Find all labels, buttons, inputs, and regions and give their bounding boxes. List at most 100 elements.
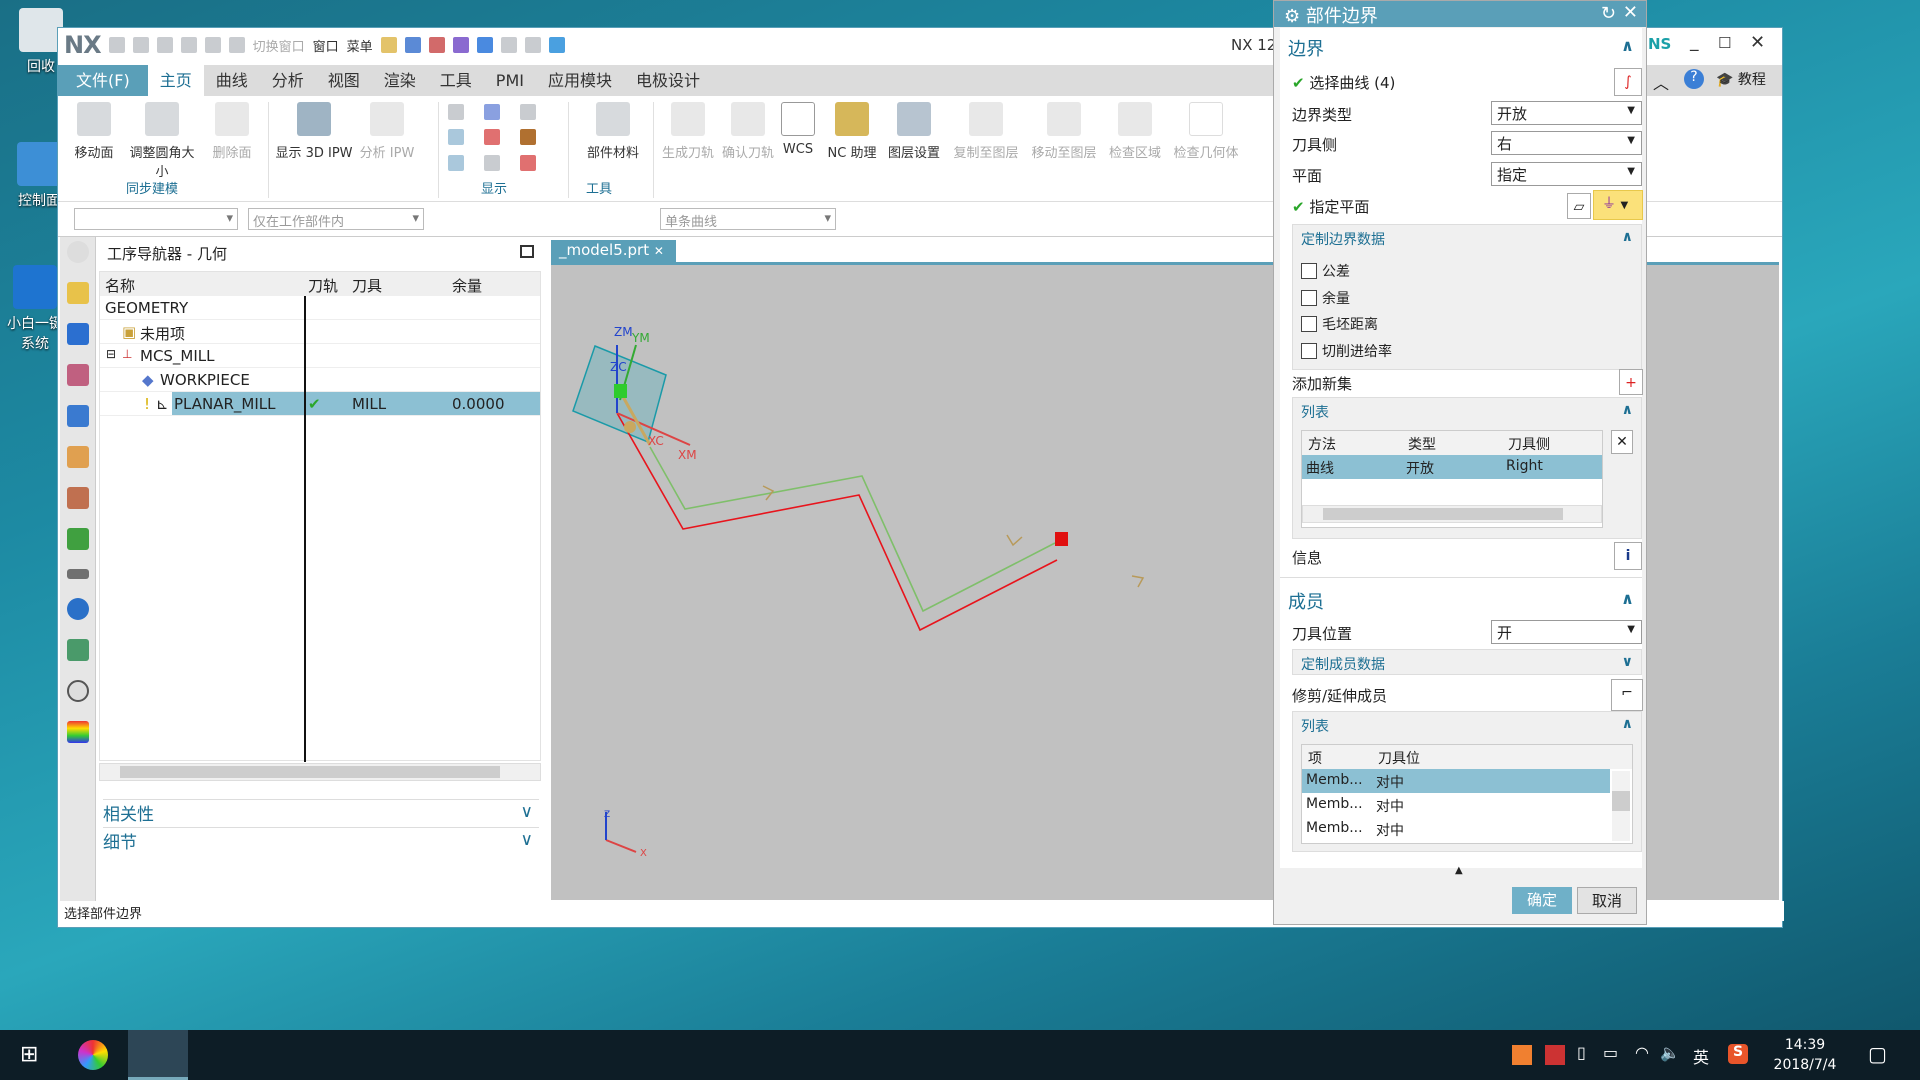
tab-pmi[interactable]: PMI: [484, 65, 536, 96]
chevron-up-icon[interactable]: ∧: [1622, 716, 1633, 732]
move-face-button[interactable]: 移动面: [64, 102, 124, 161]
cut-icon[interactable]: [156, 37, 173, 53]
info-button[interactable]: i: [1614, 542, 1642, 570]
copy-to-layer-button[interactable]: 复制至图层: [948, 102, 1024, 161]
chevron-up-icon[interactable]: ∧: [1622, 402, 1633, 418]
section-icon[interactable]: [448, 129, 464, 146]
switch-window-button[interactable]: 切换窗口: [253, 36, 305, 55]
chevron-up-icon[interactable]: ∧: [1622, 229, 1633, 245]
wcs-button[interactable]: WCS: [776, 102, 820, 157]
usb-icon[interactable]: ▯: [1577, 1043, 1586, 1062]
part-material-button[interactable]: 部件材料: [578, 102, 648, 161]
examine-geometry-button[interactable]: 检查几何体: [1168, 102, 1244, 161]
tab-file[interactable]: 文件(F): [58, 65, 148, 96]
copy-icon[interactable]: [180, 37, 197, 53]
trim-extend-button[interactable]: ⌐: [1611, 679, 1643, 711]
tab-home[interactable]: 主页: [147, 65, 204, 96]
line-icon[interactable]: [520, 154, 536, 171]
history-clock-icon[interactable]: [66, 680, 89, 702]
tool-side-select[interactable]: 右: [1491, 131, 1642, 155]
toolbar-icon[interactable]: [476, 37, 493, 53]
layer-settings-button[interactable]: 图层设置: [884, 102, 944, 161]
input-language[interactable]: 英: [1693, 1044, 1709, 1068]
scroll-thumb[interactable]: [1323, 508, 1563, 520]
collapse-ribbon-icon[interactable]: ︿: [1653, 70, 1669, 94]
cancel-button[interactable]: 取消: [1577, 887, 1637, 914]
chevron-up-icon[interactable]: ∧: [1621, 589, 1634, 608]
minimize-button[interactable]: _: [1690, 32, 1699, 52]
browser-icon[interactable]: [78, 1040, 108, 1070]
constraint-navigator-icon[interactable]: [66, 364, 89, 386]
boundary-section-header[interactable]: 边界: [1288, 35, 1324, 61]
tab-electrode[interactable]: 电极设计: [624, 65, 712, 96]
volume-icon[interactable]: 🔈: [1660, 1043, 1680, 1062]
table-row[interactable]: GEOMETRY: [100, 296, 540, 320]
web-browser-icon[interactable]: [66, 639, 89, 661]
remove-button[interactable]: ✕: [1611, 430, 1633, 454]
stock-checkbox[interactable]: 余量: [1301, 288, 1350, 308]
table-row[interactable]: 曲线 开放 Right: [1302, 455, 1602, 479]
maximize-button[interactable]: ☐: [1718, 34, 1731, 52]
move-to-layer-button[interactable]: 移动至图层: [1026, 102, 1102, 161]
visualization-icon[interactable]: [66, 569, 89, 579]
blank-distance-checkbox[interactable]: 毛坯距离: [1301, 314, 1378, 334]
show-3d-ipw-button[interactable]: 显示 3D IPW: [274, 102, 354, 161]
part-navigator-icon[interactable]: [66, 282, 89, 304]
collapse-arrow-icon[interactable]: ▲: [1455, 865, 1463, 876]
generate-toolpath-button[interactable]: 生成刀轨: [658, 102, 718, 161]
list-header[interactable]: 列表: [1301, 716, 1329, 736]
window-menu-button[interactable]: 窗口: [313, 36, 339, 55]
dependencies-panel[interactable]: 相关性 ∨: [103, 799, 539, 825]
scroll-thumb[interactable]: [1612, 791, 1630, 811]
nx-taskbar-button[interactable]: [128, 1030, 188, 1080]
info-icon[interactable]: [66, 598, 89, 620]
chevron-down-icon[interactable]: ∨: [1622, 654, 1633, 670]
menu-button[interactable]: 菜单: [347, 36, 373, 55]
tab-application[interactable]: 应用模块: [536, 65, 624, 96]
tool-icon[interactable]: [520, 129, 536, 146]
group-display[interactable]: 显示: [481, 178, 507, 197]
tutorial-button[interactable]: 🎓 教程: [1716, 69, 1766, 89]
close-tab-icon[interactable]: ✕: [654, 244, 664, 258]
curve-icon[interactable]: [484, 129, 500, 146]
column-tool[interactable]: 刀具: [352, 275, 382, 296]
group-sync-modeling[interactable]: 同步建模: [126, 178, 178, 197]
details-panel[interactable]: 细节 ∨: [103, 827, 539, 853]
tab-render[interactable]: 渲染: [372, 65, 428, 96]
close-button[interactable]: ✕: [1750, 32, 1765, 53]
circle-icon[interactable]: [484, 154, 500, 171]
table-row[interactable]: Memb... 对中: [1302, 817, 1610, 841]
security-tray-icon[interactable]: [1545, 1045, 1565, 1065]
add-new-set-button[interactable]: +: [1619, 369, 1643, 395]
settings-gear-icon[interactable]: [66, 241, 89, 263]
battery-icon[interactable]: ▭: [1603, 1043, 1618, 1062]
toolbar-icon[interactable]: [500, 37, 517, 53]
tab-tools[interactable]: 工具: [428, 65, 484, 96]
close-icon[interactable]: ✕: [1623, 2, 1638, 23]
toolbar-icon[interactable]: [428, 37, 445, 53]
resize-blend-button[interactable]: 调整圆角大小: [124, 102, 200, 180]
ime-tray-icon[interactable]: [1512, 1045, 1532, 1065]
members-section-header[interactable]: 成员: [1288, 588, 1324, 614]
table-row[interactable]: ⊟ ⊥ MCS_MILL: [100, 344, 540, 368]
wifi-icon[interactable]: ◠: [1635, 1043, 1649, 1062]
verify-toolpath-button[interactable]: 确认刀轨: [718, 102, 778, 161]
section-icon[interactable]: [448, 154, 464, 171]
scroll-thumb[interactable]: [120, 766, 500, 778]
custom-boundary-header[interactable]: 定制边界数据: [1301, 229, 1385, 249]
type-filter-dropdown[interactable]: [74, 208, 238, 230]
undo-icon[interactable]: [132, 37, 149, 53]
vertical-scrollbar[interactable]: [1612, 771, 1630, 841]
toolbar-icon[interactable]: [404, 37, 421, 53]
reset-icon[interactable]: ↻: [1601, 3, 1616, 24]
save-icon[interactable]: [108, 37, 125, 53]
column-path[interactable]: 刀轨: [308, 275, 338, 296]
tab-view[interactable]: 视图: [316, 65, 372, 96]
select-curve-button[interactable]: ∫: [1614, 68, 1642, 96]
paste-icon[interactable]: [204, 37, 221, 53]
maximize-panel-icon[interactable]: [520, 245, 534, 258]
display-icon[interactable]: [484, 104, 500, 120]
delete-face-button[interactable]: 删除面: [202, 102, 262, 161]
machine-tool-navigator-icon[interactable]: [66, 446, 89, 468]
clock[interactable]: 14:39 2018/7/4: [1770, 1035, 1840, 1075]
